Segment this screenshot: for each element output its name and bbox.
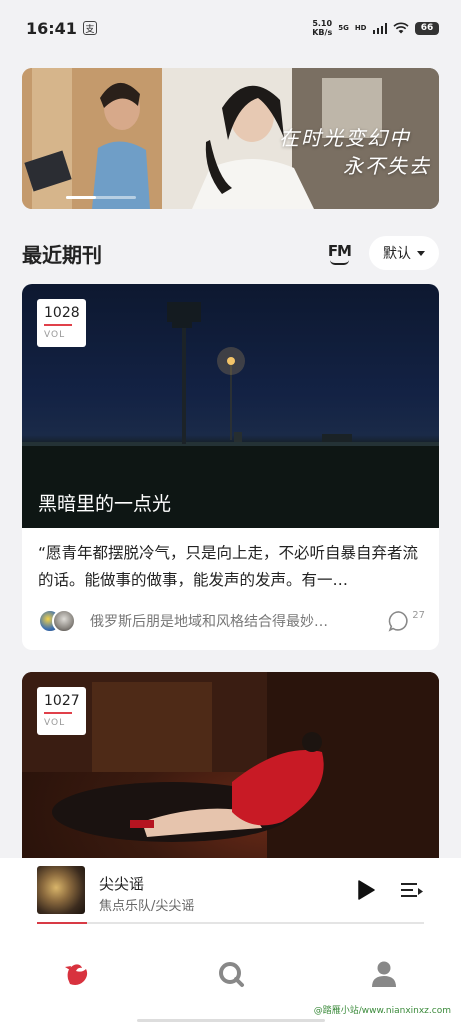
volume-badge-line bbox=[44, 324, 72, 326]
featured-banner[interactable]: 在时光变幻中 永不失去 bbox=[22, 68, 439, 209]
network-type-5g: 5G bbox=[338, 24, 349, 32]
comment-count: 27 bbox=[412, 609, 425, 621]
banner-page-indicator bbox=[66, 196, 136, 199]
volume-title: 黑暗里的一点光 bbox=[38, 493, 172, 515]
comment-preview: 俄罗斯后朋是地域和风格结合得最妙… bbox=[90, 614, 328, 630]
volume-cover-image: 1028 VOL 黑暗里的一点光 bbox=[22, 284, 439, 528]
volume-badge: 1028 VOL bbox=[37, 299, 86, 347]
volume-badge: 1027 VOL bbox=[37, 687, 86, 735]
battery-icon: 66 bbox=[415, 21, 439, 35]
profile-icon[interactable] bbox=[369, 959, 399, 989]
volume-card[interactable]: 1028 VOL 黑暗里的一点光 “愿青年都摆脱冷气，只是向上走，不必听自暴自弃… bbox=[22, 284, 439, 650]
volume-card[interactable]: 1027 VOL bbox=[22, 672, 439, 872]
bottom-tab-bar: @踏雁小站/www.nianxinxz.com bbox=[0, 928, 461, 1024]
wifi-icon bbox=[393, 22, 409, 34]
play-icon[interactable] bbox=[356, 879, 376, 901]
volume-comment-row[interactable]: 俄罗斯后朋是地域和风格结合得最妙… 27 bbox=[22, 606, 439, 636]
volume-excerpt: “愿青年都摆脱冷气，只是向上走，不必听自暴自弃者流的话。能做事的做事，能发声的发… bbox=[38, 544, 419, 589]
search-icon[interactable] bbox=[216, 959, 246, 989]
volume-cover-image: 1027 VOL bbox=[22, 672, 439, 872]
banner-slogan: 在时光变幻中 永不失去 bbox=[279, 124, 429, 180]
playlist-icon[interactable] bbox=[400, 880, 424, 900]
sort-dropdown[interactable]: 默认 bbox=[369, 236, 439, 270]
now-playing-title: 尖尖谣 bbox=[99, 875, 145, 893]
now-playing-artist: 焦点乐队/尖尖谣 bbox=[99, 899, 195, 914]
network-speed: 5.10 KB/s bbox=[312, 19, 332, 37]
banner-slogan-line2: 永不失去 bbox=[343, 154, 431, 178]
commenter-avatars bbox=[38, 609, 78, 633]
home-indicator bbox=[137, 1019, 325, 1022]
fm-radio-icon[interactable]: FM bbox=[328, 242, 352, 265]
volume-label: VOL bbox=[44, 718, 66, 728]
caret-down-icon bbox=[417, 250, 425, 256]
section-title: 最近期刊 bbox=[22, 242, 102, 267]
status-bar: 16:41 支 5.10 KB/s 5G HD 66 bbox=[0, 0, 461, 56]
network-hd: HD bbox=[355, 24, 367, 32]
now-playing-cover[interactable] bbox=[37, 866, 85, 914]
network-type: 5G bbox=[338, 24, 349, 32]
status-indicators: 5.10 KB/s 5G HD 66 bbox=[312, 19, 439, 37]
home-icon[interactable] bbox=[62, 959, 92, 989]
signal-icon bbox=[372, 22, 387, 34]
alipay-notification-icon: 支 bbox=[82, 21, 97, 35]
status-time: 16:41 bbox=[26, 18, 77, 38]
comment-bubble-icon[interactable] bbox=[388, 610, 410, 632]
network-type-hd: HD bbox=[354, 24, 367, 32]
volume-badge-line bbox=[44, 712, 72, 714]
avatar bbox=[52, 609, 76, 633]
banner-slogan-line1: 在时光变幻中 bbox=[279, 126, 411, 150]
section-header: 最近期刊 FM 默认 bbox=[22, 234, 439, 272]
mini-player[interactable]: 尖尖谣 焦点乐队/尖尖谣 bbox=[0, 858, 461, 928]
sort-dropdown-label: 默认 bbox=[383, 246, 411, 262]
playback-progress-fill bbox=[37, 922, 88, 924]
network-speed-value: 5.10 bbox=[312, 19, 333, 28]
watermark: @踏雁小站/www.nianxinxz.com bbox=[313, 1006, 451, 1016]
volume-label: VOL bbox=[44, 330, 66, 340]
volume-number: 1028 bbox=[44, 305, 80, 321]
volume-number: 1027 bbox=[44, 693, 80, 709]
network-speed-unit: KB/s bbox=[312, 28, 333, 37]
playback-progress-bar[interactable] bbox=[37, 922, 424, 924]
